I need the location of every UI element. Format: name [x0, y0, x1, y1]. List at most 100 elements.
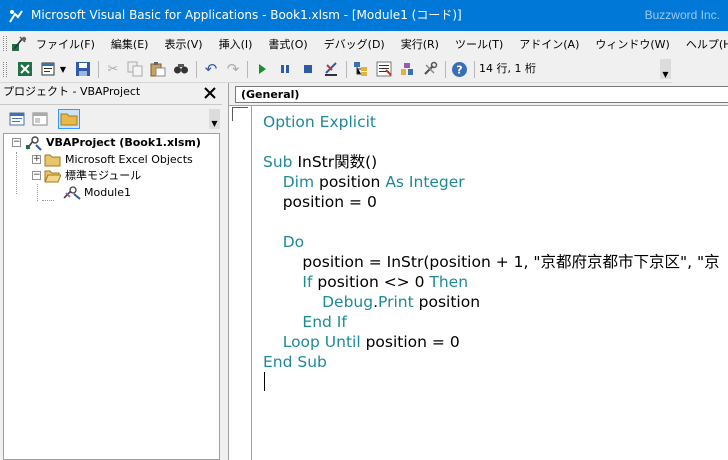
copy-icon[interactable] [126, 60, 144, 78]
menubar-grip[interactable] [3, 36, 7, 51]
title-bar: Microsoft Visual Basic for Applications … [0, 0, 728, 31]
code-text: position [318, 173, 386, 191]
code-keyword: End Sub [263, 353, 327, 371]
view-code-icon[interactable] [8, 110, 26, 128]
run-icon[interactable] [253, 60, 271, 78]
menu-item[interactable]: デバッグ(D) [324, 36, 385, 52]
code-keyword: Then [429, 273, 469, 291]
code-line[interactable]: If position <> 0 Then [263, 272, 720, 292]
code-keyword: Sub [263, 153, 298, 171]
expand-icon[interactable]: + [32, 155, 41, 164]
code-keyword: Dim [263, 173, 319, 191]
menu-item[interactable]: 挿入(I) [219, 36, 253, 52]
menu-item[interactable]: 書式(O) [268, 36, 307, 52]
code-keyword: End If [263, 313, 347, 331]
vba-excel-icon[interactable] [11, 35, 28, 52]
undo-icon[interactable]: ↶ [202, 60, 220, 78]
menu-item[interactable]: ヘルプ(H) [686, 36, 728, 52]
object-combo[interactable]: (General) [235, 86, 728, 103]
excel-view-icon[interactable] [16, 60, 34, 78]
module-icon [62, 185, 82, 206]
toolbar-separator [196, 61, 197, 78]
tree-excel-objects-label: Microsoft Excel Objects [65, 153, 193, 166]
code-editor[interactable]: Option Explicit Sub InStr関数() Dim positi… [263, 112, 720, 392]
collapse-icon[interactable]: − [32, 171, 41, 180]
reset-icon[interactable] [299, 60, 317, 78]
insert-module-icon[interactable] [40, 60, 58, 78]
code-margin[interactable] [229, 106, 252, 460]
find-icon[interactable] [172, 60, 190, 78]
menu-item[interactable]: 編集(E) [111, 36, 149, 52]
text-caret [264, 372, 265, 391]
code-text: position [413, 293, 481, 311]
cursor-position: 14 行, 1 桁 [479, 62, 536, 75]
toggle-folders-icon[interactable] [58, 109, 80, 129]
code-line[interactable]: End If [263, 312, 720, 332]
code-line[interactable]: Debug.Print position [263, 292, 720, 312]
project-panel-header: プロジェクト - VBAProject [0, 83, 222, 104]
watermark: Buzzword Inc. [644, 8, 720, 22]
code-line[interactable]: Option Explicit [263, 112, 720, 132]
object-browser-icon[interactable] [398, 60, 416, 78]
panel-toolbar-options-icon[interactable]: ▼ [209, 109, 220, 129]
code-window-header: (General) [229, 83, 728, 106]
code-window: (General) Option Explicit Sub InStr関数() … [228, 83, 728, 460]
code-keyword: Loop Until [263, 333, 366, 351]
toolbar-separator [474, 61, 475, 78]
toolbar-separator [346, 61, 347, 78]
code-line[interactable] [263, 212, 720, 232]
code-line[interactable]: End Sub [263, 352, 720, 372]
code-line[interactable] [263, 372, 720, 392]
redo-icon[interactable]: ↷ [224, 60, 242, 78]
tree-root-label: VBAProject (Book1.xlsm) [46, 136, 201, 149]
project-tree: − VBAProject (Book1.xlsm) + Microsoft Ex… [3, 133, 220, 460]
svg-text:?: ? [456, 63, 462, 76]
close-icon[interactable] [201, 83, 219, 103]
code-text: position = InStr(position + 1, "京都府京都市下京… [263, 253, 720, 271]
break-icon[interactable] [276, 60, 294, 78]
paste-icon[interactable] [149, 60, 167, 78]
properties-icon[interactable] [375, 60, 393, 78]
toolbar-options-icon[interactable]: ▼ [660, 59, 671, 79]
code-line[interactable]: position = 0 [263, 192, 720, 212]
save-icon[interactable] [74, 60, 92, 78]
toolbar-separator [98, 61, 99, 78]
menu-item[interactable]: ウィンドウ(W) [595, 36, 669, 52]
code-line[interactable]: position = InStr(position + 1, "京都府京都市下京… [263, 252, 720, 272]
menu-item[interactable]: 表示(V) [164, 36, 202, 52]
code-line[interactable]: Dim position As Integer [263, 172, 720, 192]
toolbar-grip[interactable] [3, 62, 7, 77]
project-explorer-icon[interactable] [352, 60, 370, 78]
project-panel-toolbar: ▼ [0, 104, 222, 132]
toolbar-separator [247, 61, 248, 78]
toolbox-icon[interactable] [421, 60, 439, 78]
code-line[interactable]: Loop Until position = 0 [263, 332, 720, 352]
tree-modules-label: 標準モジュール [65, 169, 142, 182]
vba-app-icon[interactable] [8, 8, 24, 24]
menu-item[interactable]: アドイン(A) [519, 36, 579, 52]
tree-node-excel-objects[interactable]: + Microsoft Excel Objects [4, 152, 214, 168]
view-object-icon[interactable] [31, 110, 49, 128]
menu-bar: ファイル(F) 編集(E) 表示(V) 挿入(I) 書式(O) デバッグ(D) 実行(R) ツ… [0, 31, 728, 56]
code-line[interactable] [263, 132, 720, 152]
code-text: position <> 0 [317, 273, 430, 291]
menu-item[interactable]: ツール(T) [455, 36, 503, 52]
design-mode-icon[interactable] [322, 60, 340, 78]
code-line[interactable]: Do [263, 232, 720, 252]
collapse-icon[interactable]: − [12, 138, 21, 147]
code-text: position = 0 [263, 193, 377, 211]
tree-node-module1[interactable]: Module1 [4, 185, 214, 201]
code-keyword: Do [263, 233, 305, 251]
standard-toolbar: ▼ ✂ ↶ ↷ ? 14 行, 1 桁 ▼ [0, 56, 672, 83]
code-keyword: Option Explicit [263, 113, 376, 131]
code-line[interactable]: Sub InStr関数() [263, 152, 720, 172]
chevron-down-icon[interactable]: ▼ [58, 60, 68, 78]
tree-node-vbaproject[interactable]: − VBAProject (Book1.xlsm) [4, 135, 214, 151]
help-icon[interactable]: ? [450, 60, 468, 78]
project-explorer: プロジェクト - VBAProject ▼ − VBAProject (Book… [0, 83, 222, 460]
tree-node-modules-folder[interactable]: − 標準モジュール [4, 168, 214, 184]
code-keyword: Print [378, 293, 414, 311]
menu-item[interactable]: ファイル(F) [36, 36, 95, 52]
menu-item[interactable]: 実行(R) [401, 36, 439, 52]
cut-icon[interactable]: ✂ [104, 60, 122, 78]
